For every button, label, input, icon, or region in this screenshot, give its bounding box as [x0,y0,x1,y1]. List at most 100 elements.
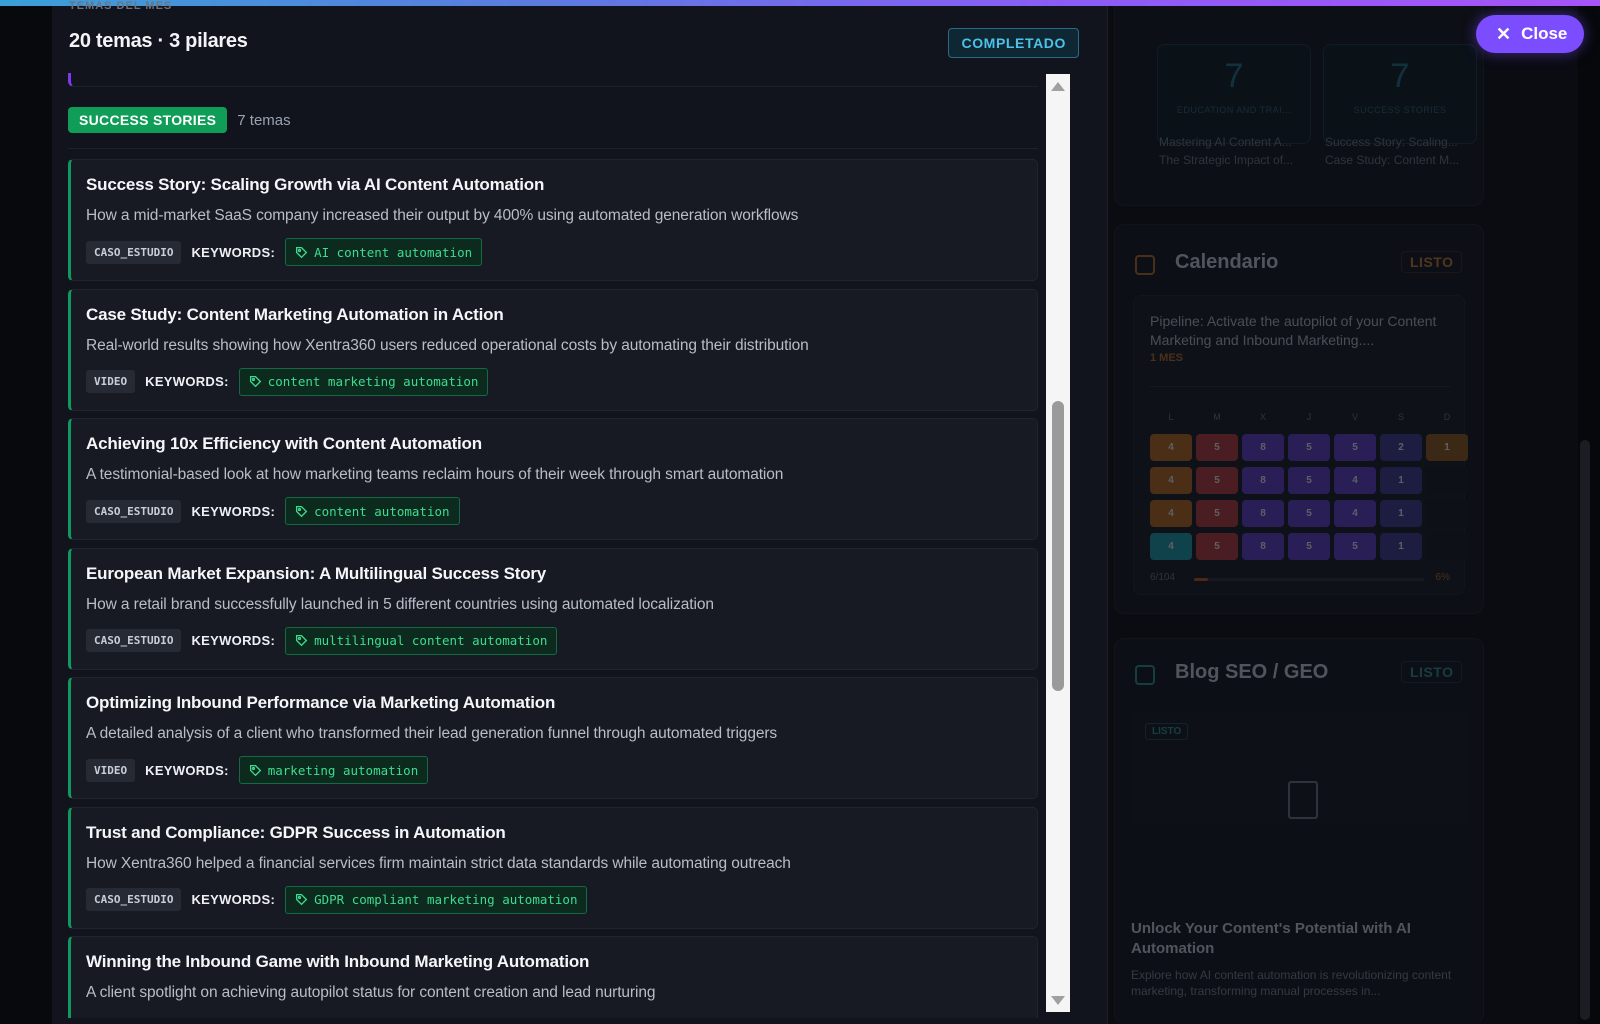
calendar-day[interactable]: 4 [1150,467,1192,494]
calendar-day[interactable]: 5 [1196,434,1238,461]
calendar-day[interactable] [1426,533,1468,560]
close-icon: ✕ [1496,24,1512,44]
progress-track [1194,578,1424,581]
topic-title: European Market Expansion: A Multilingua… [86,563,547,583]
topic-card[interactable]: Case Study: Content Marketing Automation… [68,288,1038,411]
calendar-day[interactable]: 4 [1334,500,1376,527]
topic-card[interactable]: Success Story: Scaling Growth via AI Con… [68,159,1038,281]
scroll-down-arrow[interactable] [1051,996,1065,1005]
topic-meta: VIDEO KEYWORDS: marketing automation [86,756,429,784]
calendar-day[interactable]: 5 [1288,500,1330,527]
close-button[interactable]: ✕ Close [1476,15,1584,53]
calendar-day[interactable]: 1 [1380,533,1422,560]
calendar-day[interactable]: 8 [1242,533,1284,560]
calendar-day[interactable]: 4 [1150,533,1192,560]
page-scrollbar[interactable] [1580,440,1590,1020]
calendar-day[interactable]: 5 [1196,500,1238,527]
topics-scroll-area[interactable]: SUCCESS STORIES 7 temas Success Story: S… [68,73,1098,1018]
topic-card[interactable]: Achieving 10x Efficiency with Content Au… [68,418,1038,540]
calendar-day[interactable]: 8 [1242,500,1284,527]
background-dashboard: 7 EDUCATION AND TRAI... 7 SUCCESS STORIE… [1108,6,1578,1024]
calendar-day[interactable]: 4 [1150,500,1192,527]
status-badge: COMPLETADO [948,28,1079,58]
tag-icon [249,764,262,776]
keyword-chip[interactable]: marketing automation [238,756,429,784]
keyword-text: content automation [314,503,450,519]
calendar-day[interactable]: 5 [1288,434,1330,461]
topic-card[interactable]: Trust and Compliance: GDPR Success in Au… [68,806,1038,929]
modal-title: 20 temas · 3 pilares [69,30,248,52]
stat-line: Success Story: Scaling... [1325,135,1458,149]
blog-excerpt: Explore how AI content automation is rev… [1131,968,1452,998]
keyword-chip[interactable]: GDPR compliant marketing automation [285,885,588,914]
topic-description: Real-world results showing how Xentra360… [86,336,809,354]
calendar-day[interactable]: 5 [1334,434,1376,461]
pillar-badge: SUCCESS STORIES [68,107,228,133]
stat-tile-success: 7 SUCCESS STORIES [1323,44,1477,144]
pipeline-text: Pipeline: Activate the autopilot of your… [1150,313,1437,348]
calendar-day[interactable]: 2 [1380,434,1422,461]
calendar-day[interactable] [1426,500,1468,527]
scroll-up-arrow[interactable] [1051,82,1065,91]
calendar-day[interactable]: 5 [1196,467,1238,494]
calendar-day[interactable]: 5 [1334,533,1376,560]
divider [68,148,1038,149]
calendar-day[interactable]: 4 [1334,467,1376,494]
weekday-label: J [1306,412,1312,422]
calendar-day[interactable]: 1 [1426,434,1468,461]
topic-card[interactable]: Optimizing Inbound Performance via Marke… [68,677,1038,799]
calendar-day[interactable]: 1 [1380,500,1422,527]
topic-card[interactable]: Winning the Inbound Game with Inbound Ma… [68,936,1038,1018]
keyword-chip[interactable]: multilingual content automation [285,626,558,655]
weekday-label: V [1351,412,1358,422]
calendar-day[interactable]: 1 [1380,467,1422,494]
tag-icon [249,375,262,388]
content-type-tag: CASO_ESTUDIO [86,629,182,652]
calendar-day[interactable] [1426,467,1468,494]
keyword-chip[interactable]: AI content automation [285,238,483,266]
calendar-day[interactable]: 4 [1150,434,1192,461]
keywords-label: KEYWORDS: [145,762,229,778]
calendar-day[interactable]: 5 [1288,533,1330,560]
topic-title: Achieving 10x Efficiency with Content Au… [86,434,482,453]
topics-modal: TEMAS DEL MES 20 temas · 3 pilares COMPL… [52,0,1108,1024]
topic-meta: CASO_ESTUDIO KEYWORDS: GDPR compliant mark… [86,885,588,914]
timeline-dots [1150,386,1450,387]
stat-line: The Strategic Impact of... [1159,153,1294,167]
stat-line: Case Study: Content M... [1325,153,1460,167]
calendar-day[interactable]: 8 [1242,434,1284,461]
topic-card[interactable]: European Market Expansion: A Multilingua… [68,547,1038,670]
pillar-header: SUCCESS STORIES 7 temas [68,107,291,133]
modal-scrollbar[interactable] [1046,74,1070,1012]
calendar-day[interactable]: 8 [1242,467,1284,494]
blog-title: Blog SEO / GEO [1175,661,1329,683]
topic-title: Trust and Compliance: GDPR Success in Au… [86,822,506,842]
previous-pillar-end [68,73,1038,87]
stat-number: 7 [1390,57,1410,95]
topic-description: How a retail brand successfully launched… [86,595,714,613]
scroll-thumb[interactable] [1052,401,1064,691]
topic-meta: CASO_ESTUDIO KEYWORDS: content automation [86,497,460,525]
blog-status: LISTO [1401,661,1463,683]
content-type-tag: VIDEO [86,758,136,782]
keywords-label: KEYWORDS: [191,503,276,519]
topic-description: A detailed analysis of a client who tran… [86,725,778,742]
calendar-day[interactable]: 5 [1196,533,1238,560]
calendar-status: LISTO [1401,251,1463,273]
weekday-label: L [1168,412,1174,422]
keyword-chip[interactable]: content marketing automation [238,367,489,396]
weekday-label: S [1397,412,1404,422]
calendar-day[interactable]: 5 [1288,467,1330,494]
stat-line: Mastering AI Content A... [1159,135,1292,149]
tag-icon [296,505,308,517]
keywords-label: KEYWORDS: [145,374,229,389]
topic-title: Success Story: Scaling Growth via AI Con… [86,175,545,194]
close-label: Close [1521,24,1568,43]
tag-icon [296,893,308,906]
topic-description: How Xentra360 helped a financial service… [86,854,791,872]
keyword-text: AI content automation [314,244,473,260]
topic-description: How a mid-market SaaS company increased … [86,207,799,224]
keyword-chip[interactable]: content automation [285,497,460,525]
stat-tile-education: 7 EDUCATION AND TRAI... [1157,44,1311,144]
content-type-tag: CASO_ESTUDIO [86,888,182,911]
